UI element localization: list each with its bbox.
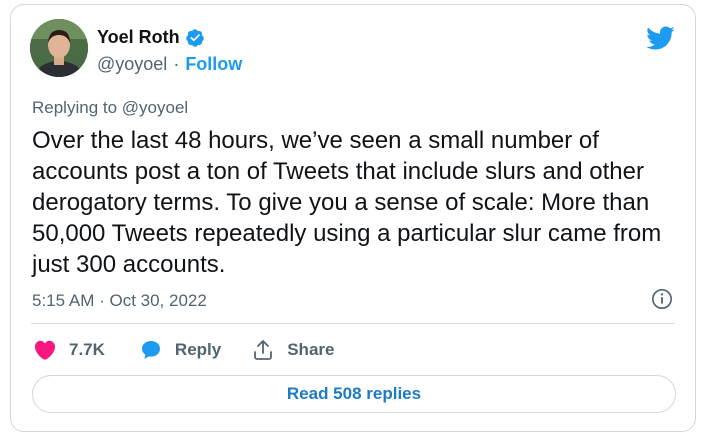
author-handle[interactable]: @yoyoel <box>97 54 167 75</box>
divider <box>31 323 675 324</box>
follow-button[interactable]: Follow <box>185 54 242 75</box>
info-icon[interactable] <box>651 288 673 310</box>
reply-bubble-icon <box>141 341 160 359</box>
share-button[interactable]: Share <box>251 338 334 362</box>
tweet-timestamp[interactable]: 5:15 AM · Oct 30, 2022 <box>32 291 207 311</box>
like-button[interactable]: 7.7K <box>33 338 105 362</box>
share-label: Share <box>287 340 335 359</box>
tweet-card: Yoel Roth @yoyoel · Follow Replying to @… <box>10 4 696 432</box>
reply-label: Reply <box>174 340 222 359</box>
verified-badge-icon <box>185 28 204 47</box>
reply-button[interactable]: Reply <box>139 338 221 362</box>
like-count: 7.7K <box>69 340 105 359</box>
author-name[interactable]: Yoel Roth <box>97 27 180 48</box>
handle-separator: · <box>173 54 180 74</box>
twitter-bird-icon[interactable] <box>645 23 675 53</box>
avatar[interactable] <box>30 19 88 77</box>
heart-icon <box>34 340 56 360</box>
replying-to[interactable]: Replying to @yoyoel <box>32 98 188 118</box>
share-icon <box>254 340 273 360</box>
read-replies-button[interactable]: Read 508 replies <box>32 375 676 413</box>
tweet-text: Over the last 48 hours, we’ve seen a sma… <box>32 127 662 278</box>
